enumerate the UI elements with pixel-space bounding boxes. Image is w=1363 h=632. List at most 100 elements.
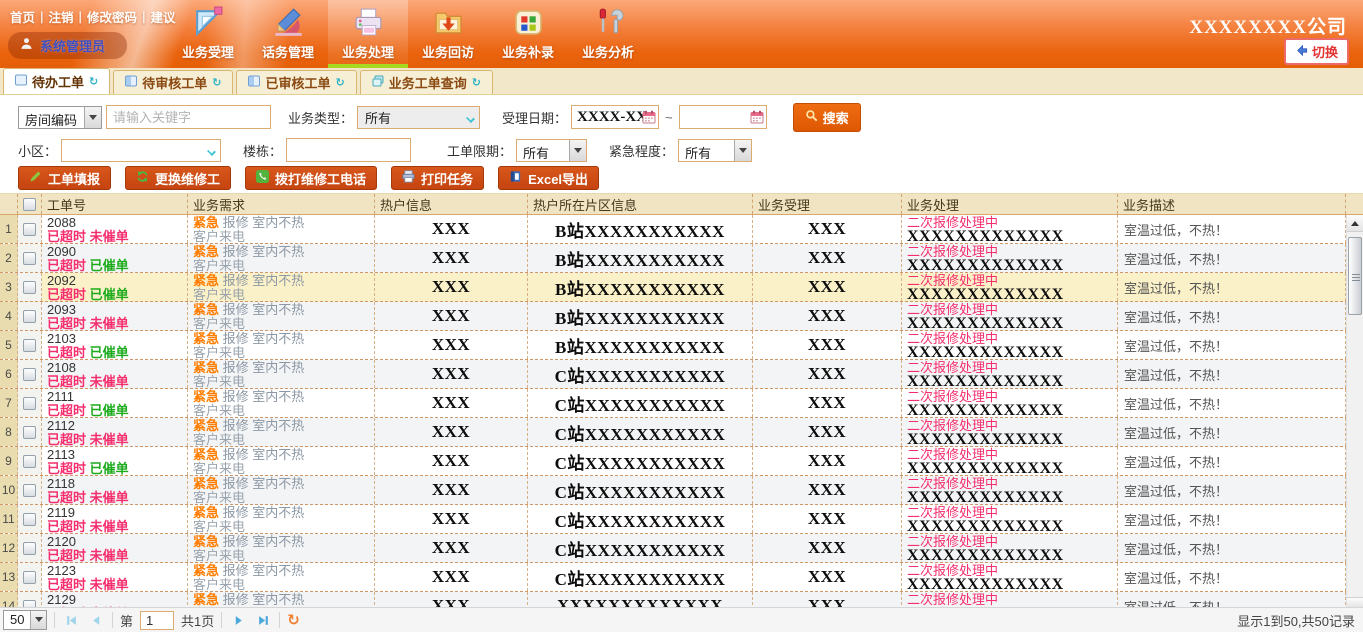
dropdown-arrow-icon[interactable] (569, 140, 586, 161)
urge-flag: 未催单 (90, 577, 129, 591)
scroll-up-icon[interactable] (1347, 215, 1363, 232)
calendar-icon[interactable] (642, 110, 656, 124)
urge-flag: 未催单 (90, 374, 129, 388)
table-row[interactable]: 132123已超时 未催单紧急 报修 室内不热客户来电XXXC站XXXXXXXX… (0, 563, 1363, 592)
first-page-button[interactable] (62, 611, 80, 629)
row-checkbox[interactable] (23, 513, 36, 526)
top-links: 首页| 注销| 修改密码| 建议 (5, 7, 181, 26)
link-logout[interactable]: 注销 (44, 7, 79, 26)
deadline-select[interactable]: 所有 (516, 139, 587, 162)
community-select[interactable] (61, 139, 221, 162)
table-row[interactable]: 112119已超时 未催单紧急 报修 室内不热客户来电XXXC站XXXXXXXX… (0, 505, 1363, 534)
table-row[interactable]: 82112已超时 未催单紧急 报修 室内不热客户来电XXXC站XXXXXXXXX… (0, 418, 1363, 447)
date-to-input[interactable] (679, 105, 767, 129)
table-row[interactable]: 12088已超时 未催单紧急 报修 室内不热客户来电XXXB站XXXXXXXXX… (0, 215, 1363, 244)
chevron-down-icon (466, 114, 475, 123)
table-row[interactable]: 102118已超时 未催单紧急 报修 室内不热客户来电XXXC站XXXXXXXX… (0, 476, 1363, 505)
process-cell: 二次报修处理中XXXXXXXXXXXXX (902, 505, 1118, 533)
change-repairman-button[interactable]: 更换维修工 (125, 166, 231, 190)
row-checkbox[interactable] (23, 223, 36, 236)
column-area-info[interactable]: 热户所在片区信息 (528, 194, 753, 214)
prev-page-button[interactable] (87, 611, 105, 629)
row-checkbox[interactable] (23, 252, 36, 265)
row-checkbox[interactable] (23, 484, 36, 497)
page-size-select[interactable]: 50 (3, 610, 47, 630)
table-row[interactable]: 42093已超时 未催单紧急 报修 室内不热客户来电XXXB站XXXXXXXXX… (0, 302, 1363, 331)
keyword-input[interactable] (106, 105, 271, 129)
switch-button[interactable]: 切换 (1284, 38, 1349, 65)
link-home[interactable]: 首页 (5, 7, 40, 26)
call-repairman-button[interactable]: 拨打维修工电话 (245, 166, 377, 190)
dropdown-arrow-icon[interactable] (30, 611, 46, 629)
column-order-id[interactable]: 工单号 (42, 194, 188, 214)
tab-refresh-icon[interactable]: ↻ (335, 76, 344, 89)
order-cell: 2119已超时 未催单 (42, 505, 188, 533)
column-business-demand[interactable]: 业务需求 (188, 194, 375, 214)
customer-info: XXX (375, 534, 528, 562)
header-index-cell (0, 194, 18, 214)
nav-item-call-management[interactable]: 话务管理 (248, 0, 328, 68)
urge-flag: 未催单 (90, 229, 129, 243)
tab-refresh-icon[interactable]: ↻ (89, 75, 98, 88)
tab-order-query[interactable]: 业务工单查询 ↻ (360, 70, 493, 94)
scrollbar-thumb[interactable] (1348, 237, 1362, 315)
row-checkbox[interactable] (23, 542, 36, 555)
dropdown-arrow-icon[interactable] (734, 140, 751, 161)
column-business-description[interactable]: 业务描述 (1118, 194, 1346, 214)
row-checkbox[interactable] (23, 426, 36, 439)
table-row[interactable]: 32092已超时 已催单紧急 报修 室内不热客户来电XXXB站XXXXXXXXX… (0, 273, 1363, 302)
page-number-input[interactable] (140, 611, 174, 630)
link-suggestion[interactable]: 建议 (146, 7, 181, 26)
row-checkbox[interactable] (23, 281, 36, 294)
next-page-button[interactable] (229, 611, 247, 629)
tab-reviewed-orders[interactable]: 已审核工单 ↻ (236, 70, 356, 94)
column-business-process[interactable]: 业务处理 (902, 194, 1118, 214)
fill-order-button[interactable]: 工单填报 (18, 166, 111, 190)
table-row[interactable]: 52103已超时 已催单紧急 报修 室内不热客户来电XXXB站XXXXXXXXX… (0, 331, 1363, 360)
business-type-select[interactable]: 所有 (357, 106, 480, 129)
row-checkbox[interactable] (23, 339, 36, 352)
row-checkbox[interactable] (23, 397, 36, 410)
table-row[interactable]: 92113已超时 已催单紧急 报修 室内不热客户来电XXXC站XXXXXXXXX… (0, 447, 1363, 476)
nav-item-business-supplement[interactable]: 业务补录 (488, 0, 568, 68)
scroll-down-icon[interactable] (1347, 597, 1363, 607)
dropdown-arrow-icon[interactable] (84, 107, 101, 128)
table-row[interactable]: 122120已超时 未催单紧急 报修 室内不热客户来电XXXC站XXXXXXXX… (0, 534, 1363, 563)
row-checkbox[interactable] (23, 368, 36, 381)
row-checkbox[interactable] (23, 310, 36, 323)
order-id: 2118 (47, 477, 187, 491)
demand-text: 报修 室内不热 (219, 244, 304, 259)
table-row[interactable]: 72111已超时 已催单紧急 报修 室内不热客户来电XXXC站XXXXXXXXX… (0, 389, 1363, 418)
column-business-accept[interactable]: 业务受理 (753, 194, 902, 214)
building-input[interactable] (286, 138, 411, 162)
nav-item-business-analysis[interactable]: 业务分析 (568, 0, 648, 68)
table-row[interactable]: 22090已超时 已催单紧急 报修 室内不热客户来电XXXB站XXXXXXXXX… (0, 244, 1363, 273)
excel-export-button[interactable]: Excel导出 (498, 166, 599, 190)
link-change-password[interactable]: 修改密码 (82, 7, 142, 26)
order-cell: 2120已超时 未催单 (42, 534, 188, 562)
print-task-button[interactable]: 打印任务 (391, 166, 484, 190)
calendar-icon[interactable] (750, 110, 764, 124)
table-row[interactable]: 142129已超时 未催单紧急 报修 室内不热客户来电XXXXXXXXXXXXX… (0, 592, 1363, 607)
tab-refresh-icon[interactable]: ↻ (472, 76, 481, 89)
row-checkbox[interactable] (23, 600, 36, 608)
urgency-select[interactable]: 所有 (678, 139, 752, 162)
column-customer-info[interactable]: 热户信息 (375, 194, 528, 214)
tab-refresh-icon[interactable]: ↻ (212, 76, 221, 89)
room-code-select[interactable]: 房间编码 (18, 106, 102, 129)
table-row[interactable]: 62108已超时 未催单紧急 报修 室内不热客户来电XXXC站XXXXXXXXX… (0, 360, 1363, 389)
select-all-checkbox[interactable] (23, 198, 36, 211)
row-index: 3 (0, 273, 18, 301)
window-icon (248, 75, 260, 90)
tab-pending-orders[interactable]: 待办工单 ↻ (3, 68, 110, 94)
last-page-button[interactable] (254, 611, 272, 629)
nav-item-business-callback[interactable]: 业务回访 (408, 0, 488, 68)
nav-item-business-process[interactable]: 业务处理 (328, 0, 408, 68)
date-from-input[interactable]: XXXX-XX (571, 105, 659, 129)
refresh-icon[interactable]: ↻ (287, 613, 300, 628)
row-checkbox[interactable] (23, 455, 36, 468)
row-checkbox[interactable] (23, 571, 36, 584)
tab-to-review-orders[interactable]: 待审核工单 ↻ (113, 70, 233, 94)
search-button[interactable]: 搜索 (793, 103, 861, 132)
vertical-scrollbar[interactable] (1346, 215, 1363, 607)
